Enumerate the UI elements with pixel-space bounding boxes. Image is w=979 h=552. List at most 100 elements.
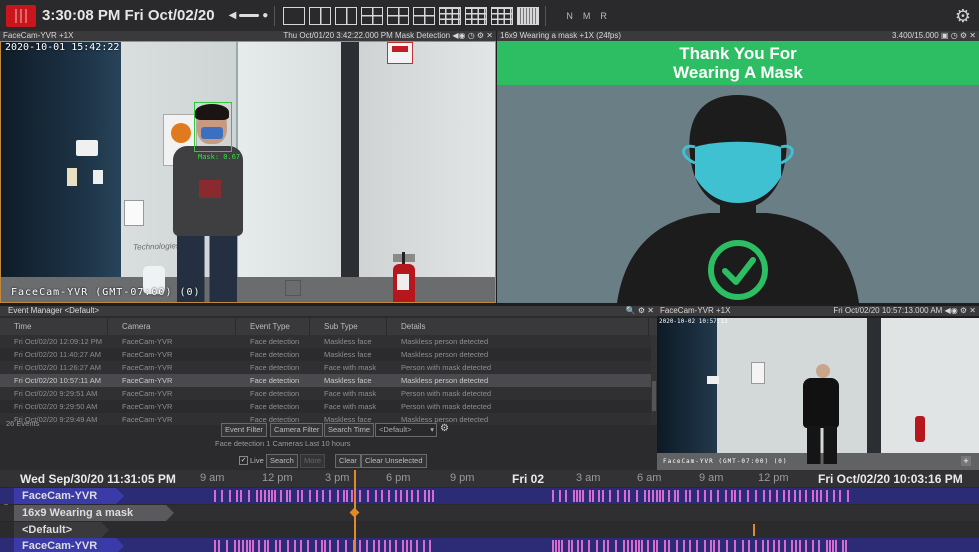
timeline-event-mark[interactable]	[406, 540, 408, 552]
table-row[interactable]: Fri Oct/02/20 11:26:27 AM FaceCam-YVR Face…	[0, 361, 651, 374]
timeline-event-mark[interactable]	[842, 540, 844, 552]
more-button[interactable]: More	[300, 454, 326, 468]
timeline-event-mark[interactable]	[395, 540, 397, 552]
timeline-event-mark[interactable]	[718, 540, 720, 552]
timeline-event-mark[interactable]	[767, 540, 769, 552]
timeline-event-mark[interactable]	[805, 490, 807, 502]
timeline-event-mark[interactable]	[588, 540, 590, 552]
timeline-event-mark[interactable]	[252, 540, 254, 552]
timeline-event-mark[interactable]	[710, 540, 712, 552]
timeline-event-mark[interactable]	[816, 490, 818, 502]
timeline-event-mark[interactable]	[552, 540, 554, 552]
timeline-event-mark[interactable]	[267, 540, 269, 552]
timeline-event-mark[interactable]	[565, 490, 567, 502]
timeline-event-mark[interactable]	[627, 540, 629, 552]
timeline-event-mark[interactable]	[794, 490, 796, 502]
layout-1x2-button[interactable]	[309, 6, 332, 25]
timeline-event-mark[interactable]	[835, 540, 837, 552]
event-filter-button[interactable]: Event Filter	[221, 423, 267, 437]
timeline-event-mark[interactable]	[812, 540, 814, 552]
timeline-event-mark[interactable]	[598, 490, 600, 502]
table-row[interactable]: Fri Oct/02/20 10:57:11 AM FaceCam-YVR Face…	[0, 374, 651, 387]
timeline-event-mark[interactable]	[696, 540, 698, 552]
mode-r-button[interactable]: R	[600, 11, 607, 21]
layout-1x1-button[interactable]	[283, 6, 306, 25]
timeline-event-mark[interactable]	[329, 540, 331, 552]
timeline-event-mark[interactable]	[321, 540, 323, 552]
timeline-event-mark[interactable]	[674, 490, 676, 502]
timeline-track-label[interactable]: <Default>	[14, 522, 109, 538]
timeline-event-mark[interactable]	[359, 540, 361, 552]
timeline-event-mark[interactable]	[258, 540, 260, 552]
clear-button[interactable]: Clear	[335, 454, 361, 468]
timeline-event-mark[interactable]	[647, 540, 649, 552]
timeline-event-mark[interactable]	[784, 540, 786, 552]
timeline-event-mark[interactable]	[697, 490, 699, 502]
playhead-cursor[interactable]	[354, 470, 356, 552]
timeline-track[interactable]: FaceCam-YVR	[0, 538, 979, 552]
timeline-track-label[interactable]: FaceCam-YVR	[14, 488, 124, 504]
timeline-event-mark[interactable]	[668, 490, 670, 502]
table-row[interactable]: Fri Oct/02/20 9:29:50 AM FaceCam-YVR Face …	[0, 400, 651, 413]
timeline-event-mark[interactable]	[628, 490, 630, 502]
timeline-event-mark[interactable]	[689, 490, 691, 502]
timeline-event-mark[interactable]	[662, 490, 664, 502]
timeline-event-mark[interactable]	[689, 540, 691, 552]
timeline-event-mark[interactable]	[731, 490, 733, 502]
camera-left-controls-icon[interactable]: ◀◉ ◷ ⚙ ✕	[452, 31, 493, 40]
timeline-event-mark[interactable]	[717, 490, 719, 502]
timeline-event-mark[interactable]	[783, 490, 785, 502]
timeline-event-mark[interactable]	[739, 490, 741, 502]
timeline-event-mark[interactable]	[683, 540, 685, 552]
timeline-track-label[interactable]: FaceCam-YVR	[14, 538, 124, 552]
timeline-event-mark[interactable]	[734, 490, 736, 502]
timeline-event-mark[interactable]	[337, 540, 339, 552]
timeline-event-mark[interactable]	[799, 490, 801, 502]
timeline-event-mark[interactable]	[812, 490, 814, 502]
settings-gear-icon[interactable]: ⚙	[955, 6, 971, 27]
timeline-event-mark[interactable]	[818, 540, 820, 552]
timeline-event-mark[interactable]	[747, 490, 749, 502]
timeline-event-mark[interactable]	[218, 540, 220, 552]
timeline-event-mark[interactable]	[395, 490, 397, 502]
timeline-event-mark[interactable]	[845, 540, 847, 552]
timeline-event-mark[interactable]	[829, 540, 831, 552]
timeline-event-mark[interactable]	[791, 540, 793, 552]
timeline-event-mark[interactable]	[389, 540, 391, 552]
preset-select[interactable]: <Default>	[375, 423, 437, 437]
timeline-event-mark[interactable]	[635, 540, 637, 552]
timeline-event-mark[interactable]	[573, 490, 575, 502]
timeline-event-mark[interactable]	[429, 540, 431, 552]
timeline-event-mark[interactable]	[248, 490, 250, 502]
timeline-event-mark[interactable]	[769, 490, 771, 502]
timeline-event-mark[interactable]	[631, 540, 633, 552]
timeline-event-mark[interactable]	[279, 540, 281, 552]
timeline-event-mark[interactable]	[260, 490, 262, 502]
table-row[interactable]: Fri Oct/02/20 9:29:51 AM FaceCam-YVR Face …	[0, 387, 651, 400]
timeline-event-mark[interactable]	[249, 540, 251, 552]
timeline-event-mark[interactable]	[755, 540, 757, 552]
timeline-event-mark[interactable]	[307, 540, 309, 552]
timeline-event-mark[interactable]	[704, 490, 706, 502]
timeline-event-mark[interactable]	[763, 490, 765, 502]
timeline-event-mark[interactable]	[581, 540, 583, 552]
timeline-event-mark[interactable]	[788, 490, 790, 502]
timeline-event-mark[interactable]	[268, 490, 270, 502]
timeline-event-mark[interactable]	[234, 540, 236, 552]
timeline-event-mark[interactable]	[571, 540, 573, 552]
timeline-event-mark[interactable]	[805, 540, 807, 552]
timeline-event-mark[interactable]	[773, 540, 775, 552]
timeline-event-mark[interactable]	[839, 490, 841, 502]
timeline-event-mark[interactable]	[726, 540, 728, 552]
timeline-event-mark[interactable]	[615, 540, 617, 552]
timeline-event-mark[interactable]	[240, 490, 242, 502]
timeline-event-mark[interactable]	[256, 490, 258, 502]
timeline-event-mark[interactable]	[229, 490, 231, 502]
layout-1plus5-button[interactable]	[413, 6, 436, 25]
search-button[interactable]: Search	[266, 454, 298, 468]
timeline-event-mark[interactable]	[648, 490, 650, 502]
timeline-event-mark[interactable]	[589, 490, 591, 502]
timeline-event-mark[interactable]	[742, 540, 744, 552]
live-checkbox[interactable]: ✓	[239, 456, 248, 465]
timeline-event-mark[interactable]	[778, 540, 780, 552]
